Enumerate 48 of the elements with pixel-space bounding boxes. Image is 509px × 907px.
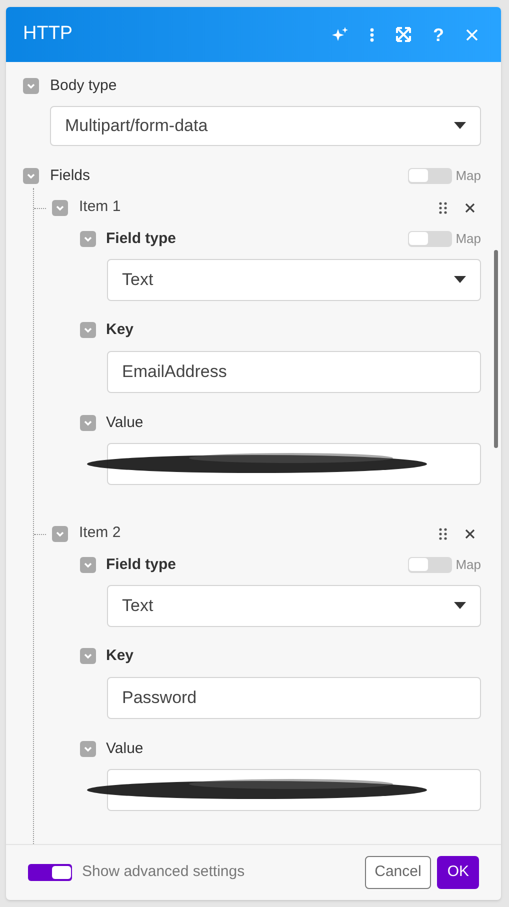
drag-handle-icon[interactable] bbox=[439, 202, 447, 214]
cancel-button[interactable]: Cancel bbox=[364, 856, 432, 889]
map-switch[interactable] bbox=[408, 230, 452, 247]
key-input[interactable]: Password bbox=[107, 676, 481, 719]
field-label: Value bbox=[106, 414, 144, 431]
scrollbar[interactable] bbox=[494, 250, 498, 448]
advanced-settings-label: Show advanced settings bbox=[82, 862, 246, 882]
dropdown-caret-icon bbox=[454, 276, 466, 284]
chevron-icon bbox=[26, 81, 36, 91]
dropdown-caret-icon bbox=[454, 122, 466, 130]
map-switch[interactable] bbox=[408, 168, 452, 184]
key-input[interactable]: EmailAddress bbox=[107, 350, 481, 393]
field-label: Key bbox=[106, 320, 134, 338]
collapse-toggle[interactable] bbox=[23, 168, 39, 184]
map-label: Map bbox=[456, 230, 481, 248]
collapse-toggle[interactable] bbox=[80, 322, 96, 338]
dropdown-caret-icon bbox=[454, 602, 466, 610]
advanced-settings-switch[interactable] bbox=[28, 864, 72, 881]
collapse-toggle[interactable] bbox=[80, 556, 96, 573]
item-label: Item 1 bbox=[79, 197, 122, 218]
collapse-toggle[interactable] bbox=[80, 648, 96, 664]
body-type-select[interactable]: Multipart/form-data bbox=[50, 106, 481, 146]
map-label: Map bbox=[456, 556, 481, 574]
item-label: Item 2 bbox=[79, 523, 122, 544]
field-type-select[interactable]: Text bbox=[107, 258, 481, 301]
field-label: Field type bbox=[106, 556, 176, 573]
field-label: Field type bbox=[106, 230, 176, 247]
collapse-toggle[interactable] bbox=[52, 200, 68, 216]
collapse-toggle[interactable] bbox=[80, 230, 96, 247]
drag-handle-icon[interactable] bbox=[439, 528, 447, 540]
close-icon[interactable] bbox=[465, 202, 475, 213]
more-icon[interactable] bbox=[370, 28, 374, 42]
map-switch[interactable] bbox=[408, 556, 452, 573]
field-label: Body type bbox=[50, 77, 117, 94]
collapse-toggle[interactable] bbox=[80, 740, 96, 757]
field-type-select[interactable]: Text bbox=[107, 584, 481, 627]
collapse-toggle[interactable] bbox=[52, 526, 68, 542]
collapse-toggle[interactable] bbox=[80, 414, 96, 431]
map-label: Map bbox=[456, 166, 481, 185]
expand-icon[interactable] bbox=[396, 27, 411, 42]
sparkle-icon[interactable] bbox=[332, 26, 348, 42]
collapse-toggle[interactable] bbox=[23, 78, 39, 94]
field-label: Fields bbox=[50, 166, 90, 184]
window-title: HTTP bbox=[23, 22, 74, 46]
close-icon[interactable] bbox=[465, 528, 475, 539]
ok-button[interactable]: OK bbox=[437, 856, 479, 889]
field-label: Key bbox=[106, 646, 134, 664]
field-label: Value bbox=[106, 740, 144, 757]
